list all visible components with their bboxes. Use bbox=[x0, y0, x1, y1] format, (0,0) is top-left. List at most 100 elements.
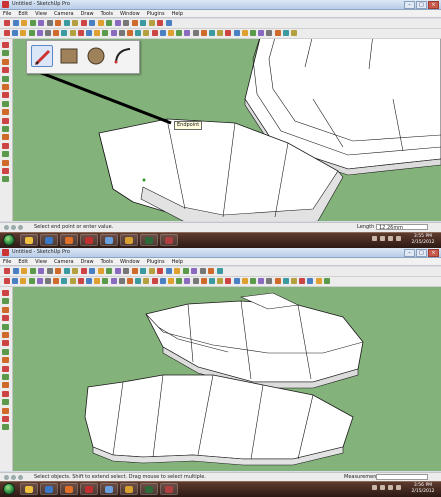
toolbar-button-icon[interactable] bbox=[140, 268, 146, 274]
toolbar-button-icon[interactable] bbox=[200, 278, 207, 284]
toolbar-button-icon[interactable] bbox=[143, 278, 150, 284]
toolbar-button-icon[interactable] bbox=[131, 20, 138, 26]
tray-icon[interactable] bbox=[396, 485, 401, 490]
tray-icon[interactable] bbox=[388, 485, 393, 490]
help-icon[interactable] bbox=[18, 475, 23, 480]
help-icon[interactable] bbox=[18, 225, 23, 230]
toolbar-button-icon[interactable] bbox=[192, 30, 199, 36]
toolbar-button-icon[interactable] bbox=[118, 30, 125, 36]
taskbar-app-button[interactable] bbox=[80, 234, 98, 246]
toolbar-button-icon[interactable] bbox=[63, 268, 70, 274]
toolbar-button-icon[interactable] bbox=[72, 268, 78, 274]
tray-icon[interactable] bbox=[380, 485, 385, 490]
tool-button-icon[interactable] bbox=[2, 134, 9, 141]
menu-camera[interactable]: Camera bbox=[54, 10, 74, 18]
toolbar-button-icon[interactable] bbox=[77, 278, 84, 284]
toolbar-button-icon[interactable] bbox=[315, 278, 322, 284]
tool-button-icon[interactable] bbox=[2, 168, 9, 174]
tray-icon[interactable] bbox=[388, 236, 393, 241]
taskbar-app-button[interactable] bbox=[20, 483, 38, 495]
taskbar-app-button[interactable] bbox=[40, 483, 58, 495]
menu-camera[interactable]: Camera bbox=[54, 258, 74, 266]
measurements-field[interactable] bbox=[376, 474, 428, 480]
tool-button-icon[interactable] bbox=[2, 315, 9, 322]
menu-tools[interactable]: Tools bbox=[101, 10, 113, 18]
toolbar-button-icon[interactable] bbox=[114, 20, 121, 26]
menu-view[interactable]: View bbox=[35, 258, 47, 266]
tool-button-icon[interactable] bbox=[2, 332, 9, 338]
toolbar-button-icon[interactable] bbox=[123, 268, 129, 274]
toolbar-button-icon[interactable] bbox=[157, 268, 163, 274]
toolbar-button-icon[interactable] bbox=[4, 268, 10, 274]
tool-button-icon[interactable] bbox=[2, 298, 9, 305]
toolbar-button-icon[interactable] bbox=[69, 278, 76, 284]
toolbar-button-icon[interactable] bbox=[94, 278, 101, 284]
toolbar-button-icon[interactable] bbox=[250, 278, 256, 284]
tool-button-icon[interactable] bbox=[2, 100, 9, 107]
toolbar-button-icon[interactable] bbox=[118, 278, 125, 284]
toolbar-button-icon[interactable] bbox=[36, 278, 43, 284]
toolbar-button-icon[interactable] bbox=[307, 278, 314, 284]
start-button[interactable] bbox=[3, 483, 15, 495]
toolbar-button-icon[interactable] bbox=[184, 278, 191, 284]
toolbar-button-icon[interactable] bbox=[36, 30, 43, 36]
menu-plugins[interactable]: Plugins bbox=[147, 10, 165, 18]
toolbar-button-icon[interactable] bbox=[168, 278, 174, 284]
menu-window[interactable]: Window bbox=[120, 258, 140, 266]
circle-tool[interactable] bbox=[85, 45, 107, 67]
close-button[interactable]: × bbox=[428, 1, 439, 9]
toolbar-button-icon[interactable] bbox=[274, 30, 281, 36]
tool-button-icon[interactable] bbox=[2, 50, 9, 57]
toolbar-button-icon[interactable] bbox=[4, 30, 10, 36]
toolbar-button-icon[interactable] bbox=[159, 30, 166, 36]
menu-edit[interactable]: Edit bbox=[18, 10, 28, 18]
toolbar-button-icon[interactable] bbox=[12, 268, 19, 274]
toolbar-button-icon[interactable] bbox=[151, 278, 158, 284]
toolbar-button-icon[interactable] bbox=[45, 30, 51, 36]
minimize-button[interactable]: – bbox=[404, 249, 415, 257]
menu-help[interactable]: Help bbox=[172, 258, 183, 266]
toolbar-button-icon[interactable] bbox=[45, 278, 51, 284]
tray-icon[interactable] bbox=[372, 485, 377, 490]
tool-button-icon[interactable] bbox=[2, 142, 9, 149]
menu-plugins[interactable]: Plugins bbox=[147, 258, 165, 266]
toolbar-button-icon[interactable] bbox=[157, 20, 163, 26]
taskbar-app-button[interactable] bbox=[80, 483, 98, 495]
toolbar-button-icon[interactable] bbox=[110, 30, 117, 36]
toolbar-button-icon[interactable] bbox=[97, 20, 104, 26]
toolbar-button-icon[interactable] bbox=[110, 278, 117, 284]
toolbar-button-icon[interactable] bbox=[176, 278, 183, 284]
toolbar-button-icon[interactable] bbox=[53, 278, 60, 284]
tool-button-icon[interactable] bbox=[2, 109, 9, 116]
toolbar-button-icon[interactable] bbox=[148, 20, 155, 26]
toolbar-button-icon[interactable] bbox=[89, 20, 95, 26]
toolbar-button-icon[interactable] bbox=[165, 20, 172, 26]
toolbar-button-icon[interactable] bbox=[291, 278, 297, 284]
toolbar-button-icon[interactable] bbox=[20, 278, 27, 284]
title-bar[interactable]: Untitled - SketchUp Pro – □ × bbox=[0, 248, 441, 258]
tool-button-icon[interactable] bbox=[2, 348, 9, 355]
toolbar-button-icon[interactable] bbox=[143, 30, 150, 36]
toolbar-button-icon[interactable] bbox=[241, 278, 248, 284]
tool-button-icon[interactable] bbox=[2, 374, 9, 380]
title-bar[interactable]: Untitled - SketchUp Pro – □ × bbox=[0, 0, 441, 10]
toolbar-button-icon[interactable] bbox=[131, 268, 138, 274]
tool-button-icon[interactable] bbox=[2, 84, 9, 90]
tool-button-icon[interactable] bbox=[2, 75, 9, 82]
taskbar-app-button[interactable] bbox=[140, 234, 158, 246]
toolbar-button-icon[interactable] bbox=[12, 278, 19, 284]
toolbar-button-icon[interactable] bbox=[165, 268, 172, 274]
toolbar-button-icon[interactable] bbox=[4, 278, 10, 284]
toolbar-button-icon[interactable] bbox=[258, 278, 265, 284]
toolbar-button-icon[interactable] bbox=[29, 268, 36, 274]
toolbar-button-icon[interactable] bbox=[135, 278, 142, 284]
menu-file[interactable]: File bbox=[3, 258, 11, 266]
taskbar-app-button[interactable] bbox=[160, 234, 178, 246]
toolbar-button-icon[interactable] bbox=[72, 20, 78, 26]
toolbar-button-icon[interactable] bbox=[4, 20, 10, 26]
taskbar-app-button[interactable] bbox=[100, 234, 118, 246]
toolbar-button-icon[interactable] bbox=[191, 268, 197, 274]
toolbar-button-icon[interactable] bbox=[21, 20, 27, 26]
toolbar-button-icon[interactable] bbox=[86, 278, 92, 284]
toolbar-button-icon[interactable] bbox=[266, 30, 273, 36]
